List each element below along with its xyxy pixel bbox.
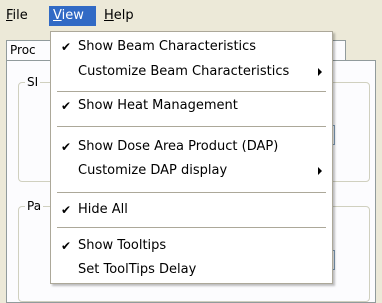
checkmark-icon: ✔ bbox=[60, 99, 72, 113]
menu-item-label: Customize Beam Characteristics bbox=[78, 64, 290, 79]
checkmark-icon: ✔ bbox=[60, 140, 72, 154]
checkmark-icon: ✔ bbox=[60, 203, 72, 217]
menu-item-show-tooltips[interactable]: ✔ Show Tooltips bbox=[53, 235, 330, 257]
menu-help[interactable]: Help bbox=[100, 6, 138, 26]
menu-view[interactable]: View bbox=[49, 6, 96, 26]
menu-item-customize-beam-characteristics[interactable]: Customize Beam Characteristics bbox=[53, 61, 330, 83]
menu-separator bbox=[57, 91, 326, 92]
menu-item-customize-dap-display[interactable]: Customize DAP display bbox=[53, 160, 330, 182]
submenu-arrow-icon bbox=[318, 68, 322, 76]
menu-item-label: Set ToolTips Delay bbox=[78, 262, 197, 277]
menu-item-label: Hide All bbox=[78, 202, 128, 217]
groupbox-upper-caption: SI bbox=[25, 75, 41, 89]
menu-item-label: Show Tooltips bbox=[78, 238, 167, 253]
menu-item-hide-all[interactable]: ✔ Hide All bbox=[53, 199, 330, 221]
view-menu-dropdown: ✔ Show Beam Characteristics Customize Be… bbox=[50, 31, 333, 284]
menu-item-label: Show Beam Characteristics bbox=[78, 39, 257, 54]
menu-separator bbox=[57, 192, 326, 193]
menu-file-label: ile bbox=[12, 8, 28, 23]
menu-item-show-beam-characteristics[interactable]: ✔ Show Beam Characteristics bbox=[53, 36, 330, 58]
checkmark-icon: ✔ bbox=[60, 239, 72, 253]
tab-procedure-label: Proc bbox=[10, 43, 36, 57]
menu-item-set-tooltips-delay[interactable]: Set ToolTips Delay bbox=[53, 259, 330, 281]
menu-separator bbox=[57, 227, 326, 228]
checkmark-icon: ✔ bbox=[60, 40, 72, 54]
menu-item-show-heat-management[interactable]: ✔ Show Heat Management bbox=[53, 95, 330, 117]
menu-bar: File View Help bbox=[0, 0, 382, 30]
menu-view-label: iew bbox=[61, 8, 84, 23]
submenu-arrow-icon bbox=[318, 167, 322, 175]
menu-item-label: Show Heat Management bbox=[78, 98, 238, 113]
menu-file[interactable]: File bbox=[2, 6, 32, 26]
menu-help-mnemonic: H bbox=[104, 8, 114, 23]
menu-item-show-dap[interactable]: ✔ Show Dose Area Product (DAP) bbox=[53, 136, 330, 158]
menu-help-label: elp bbox=[113, 8, 134, 23]
groupbox-lower-caption: Pa bbox=[25, 199, 44, 213]
tab-procedure[interactable]: Proc bbox=[6, 40, 54, 61]
menu-separator bbox=[57, 126, 326, 127]
menu-view-mnemonic: V bbox=[53, 8, 62, 23]
menu-item-label: Show Dose Area Product (DAP) bbox=[78, 139, 279, 154]
menu-item-label: Customize DAP display bbox=[78, 163, 228, 178]
